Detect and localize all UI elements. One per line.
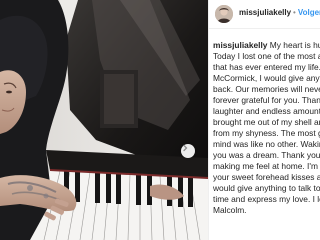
caption-line: making me feel at home. I'm goi [213,161,320,171]
carousel-next-button[interactable] [181,144,195,158]
caption-username[interactable]: missjuliakelly [213,40,267,50]
caption-line: back. Our memories will never be [213,84,320,94]
header-text: missjuliakelly•Volgen [239,8,320,17]
caption-line: Today I lost one of the most ama [213,51,320,61]
caption-line: that has ever entered my life. Ma [213,62,320,72]
caption-line: would give anything to talk to yo [213,183,320,193]
follow-button[interactable]: Volgen [298,8,320,17]
photo-image [0,0,208,240]
caption-line: laughter and endless amounts of [213,106,320,116]
caption-line: Malcolm. [213,205,247,215]
post-panel: missjuliakelly•Volgen missjuliakelly My … [208,0,320,240]
post-caption: missjuliakelly My heart is hurting. Toda… [213,40,320,216]
caption-line: time and express my love. I love y [213,194,320,204]
caption-line: your sweet forehead kisses and a [213,172,320,182]
chevron-right-icon [183,144,188,152]
caption-text: My heart is hurting. [269,40,320,50]
caption-line: you was a dream. Thank you for a [213,150,320,160]
avatar[interactable] [215,5,233,23]
post-photo [0,0,208,240]
separator-dot: • [293,8,296,17]
caption-line: McCormick, I would give anything [213,73,320,83]
caption-line: mind was like no other. Waking u [213,139,320,149]
post-header: missjuliakelly•Volgen [209,0,320,29]
caption-line: forever grateful for you. Thank yo [213,95,320,105]
caption-line: missjuliakelly My heart is hurting. [213,40,320,51]
post-author[interactable]: missjuliakelly [239,8,291,17]
caption-line: from my shyness. The most gentl [213,128,320,138]
caption-line: brought me out of my shell and b [213,117,320,127]
